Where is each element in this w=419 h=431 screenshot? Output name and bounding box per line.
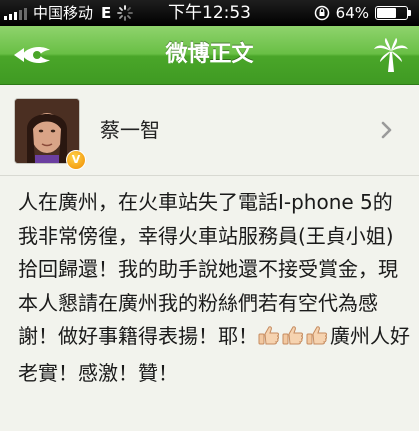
rotation-lock-icon — [314, 5, 329, 21]
battery-icon — [375, 6, 413, 20]
battery-percent: 64% — [335, 4, 369, 22]
thumbs-up-icon — [258, 326, 279, 345]
chevron-right-icon[interactable] — [381, 121, 393, 139]
palm-tree-icon[interactable] — [371, 36, 411, 74]
thumbs-up-icon — [306, 326, 327, 345]
thumbs-emoji-group — [258, 323, 330, 357]
post-content: 人在廣州，在火車站失了電話I-phone 5的我非常傍徨，幸得火車站服務員(王貞… — [18, 186, 410, 390]
author-name[interactable]: 蔡一智 — [100, 85, 160, 175]
avatar[interactable]: V — [14, 98, 86, 170]
verified-badge-icon: V — [66, 150, 86, 170]
nav-bar: 微博正文 — [0, 26, 419, 85]
status-bar: 中国移动 E 下午12:53 64% — [0, 0, 419, 26]
page-title: 微博正文 — [165, 42, 254, 67]
thumbs-up-icon — [282, 326, 303, 345]
author-row[interactable]: V 蔡一智 — [0, 85, 419, 176]
